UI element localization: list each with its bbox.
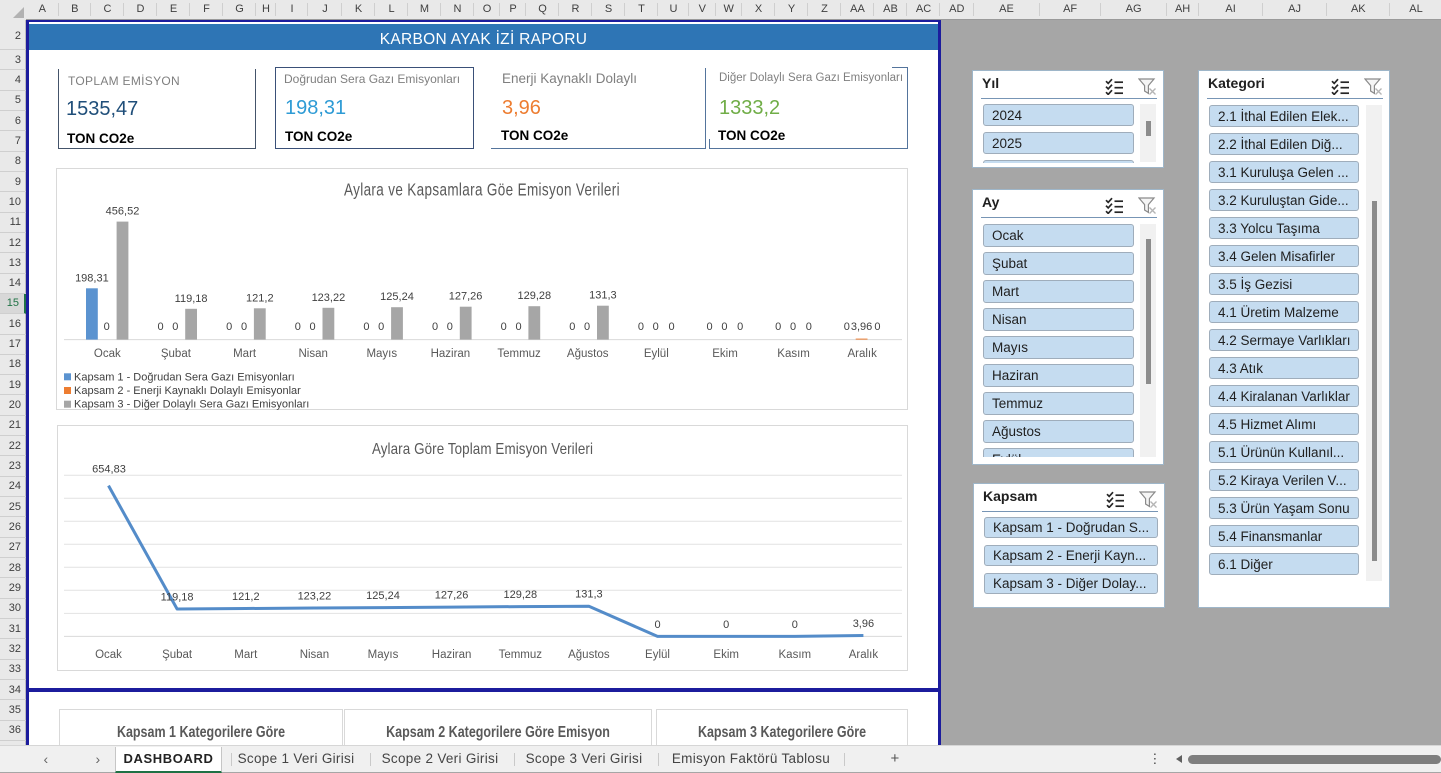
svg-text:123,22: 123,22 bbox=[298, 591, 332, 603]
svg-text:Ocak: Ocak bbox=[94, 348, 121, 360]
svg-text:0: 0 bbox=[515, 321, 521, 333]
svg-text:0: 0 bbox=[157, 321, 163, 333]
svg-text:119,18: 119,18 bbox=[175, 293, 208, 305]
svg-text:Kapsam 2 - Enerji Kaynaklı Dol: Kapsam 2 - Enerji Kaynaklı Dolaylı Emisy… bbox=[74, 385, 301, 397]
svg-text:0: 0 bbox=[172, 321, 178, 333]
svg-text:0: 0 bbox=[775, 321, 781, 333]
svg-text:Mart: Mart bbox=[234, 649, 258, 661]
svg-text:125,24: 125,24 bbox=[380, 291, 414, 303]
svg-text:131,3: 131,3 bbox=[575, 589, 603, 601]
svg-text:129,28: 129,28 bbox=[503, 589, 537, 601]
svg-text:Ağustos: Ağustos bbox=[567, 348, 609, 360]
svg-text:Şubat: Şubat bbox=[161, 348, 192, 360]
svg-text:Kapsam 1 - Doğrudan Sera Gazı: Kapsam 1 - Doğrudan Sera Gazı Emisyonlar… bbox=[74, 371, 295, 383]
svg-text:Kasım: Kasım bbox=[779, 649, 812, 661]
svg-text:Aralık: Aralık bbox=[847, 348, 877, 360]
svg-text:Kasım: Kasım bbox=[777, 348, 810, 360]
svg-text:0: 0 bbox=[584, 321, 590, 333]
svg-text:121,2: 121,2 bbox=[246, 292, 274, 304]
svg-text:0: 0 bbox=[707, 321, 713, 333]
svg-text:Nisan: Nisan bbox=[298, 348, 327, 360]
svg-text:119,18: 119,18 bbox=[161, 592, 194, 604]
svg-text:127,26: 127,26 bbox=[449, 291, 483, 303]
svg-text:Temmuz: Temmuz bbox=[499, 649, 543, 661]
svg-text:0: 0 bbox=[363, 321, 369, 333]
svg-text:0: 0 bbox=[874, 321, 880, 333]
svg-text:0: 0 bbox=[432, 321, 438, 333]
svg-text:456,52: 456,52 bbox=[106, 206, 140, 218]
svg-text:0: 0 bbox=[226, 321, 232, 333]
svg-text:Nisan: Nisan bbox=[300, 649, 329, 661]
svg-text:Eylül: Eylül bbox=[644, 348, 669, 360]
svg-text:Mayıs: Mayıs bbox=[368, 649, 399, 661]
svg-text:0: 0 bbox=[792, 619, 798, 631]
svg-text:123,22: 123,22 bbox=[312, 292, 346, 304]
svg-text:Ağustos: Ağustos bbox=[568, 649, 610, 661]
svg-text:Mart: Mart bbox=[233, 348, 257, 360]
svg-text:129,28: 129,28 bbox=[517, 290, 551, 302]
svg-text:Şubat: Şubat bbox=[162, 649, 193, 661]
svg-text:0: 0 bbox=[806, 321, 812, 333]
svg-text:3,96: 3,96 bbox=[851, 321, 872, 333]
svg-text:Ekim: Ekim bbox=[712, 348, 738, 360]
svg-text:0: 0 bbox=[653, 321, 659, 333]
svg-text:131,3: 131,3 bbox=[589, 290, 617, 302]
svg-text:0: 0 bbox=[501, 321, 507, 333]
svg-text:0: 0 bbox=[638, 321, 644, 333]
svg-text:Eylül: Eylül bbox=[645, 649, 670, 661]
svg-text:Temmuz: Temmuz bbox=[497, 348, 541, 360]
svg-text:Haziran: Haziran bbox=[431, 348, 471, 360]
svg-text:125,24: 125,24 bbox=[366, 590, 400, 602]
svg-text:0: 0 bbox=[723, 619, 729, 631]
svg-text:Aralık: Aralık bbox=[849, 649, 879, 661]
svg-text:Ekim: Ekim bbox=[713, 649, 739, 661]
svg-text:654,83: 654,83 bbox=[92, 464, 126, 476]
svg-text:0: 0 bbox=[654, 619, 660, 631]
svg-text:Ocak: Ocak bbox=[95, 649, 122, 661]
svg-text:0: 0 bbox=[310, 321, 316, 333]
svg-text:0: 0 bbox=[569, 321, 575, 333]
svg-text:0: 0 bbox=[104, 321, 110, 333]
svg-text:121,2: 121,2 bbox=[232, 591, 260, 603]
svg-text:0: 0 bbox=[378, 321, 384, 333]
svg-text:0: 0 bbox=[844, 321, 850, 333]
svg-text:3,96: 3,96 bbox=[853, 618, 874, 630]
svg-text:0: 0 bbox=[668, 321, 674, 333]
svg-text:198,31: 198,31 bbox=[75, 272, 109, 284]
svg-text:0: 0 bbox=[447, 321, 453, 333]
svg-text:0: 0 bbox=[737, 321, 743, 333]
svg-text:127,26: 127,26 bbox=[435, 590, 469, 602]
svg-text:0: 0 bbox=[295, 321, 301, 333]
svg-text:0: 0 bbox=[241, 321, 247, 333]
svg-text:Haziran: Haziran bbox=[432, 649, 472, 661]
svg-text:0: 0 bbox=[721, 321, 727, 333]
svg-text:Mayıs: Mayıs bbox=[366, 348, 397, 360]
svg-text:Kapsam 3 - Diğer Dolaylı Sera: Kapsam 3 - Diğer Dolaylı Sera Gazı Emisy… bbox=[74, 399, 309, 411]
svg-text:0: 0 bbox=[790, 321, 796, 333]
